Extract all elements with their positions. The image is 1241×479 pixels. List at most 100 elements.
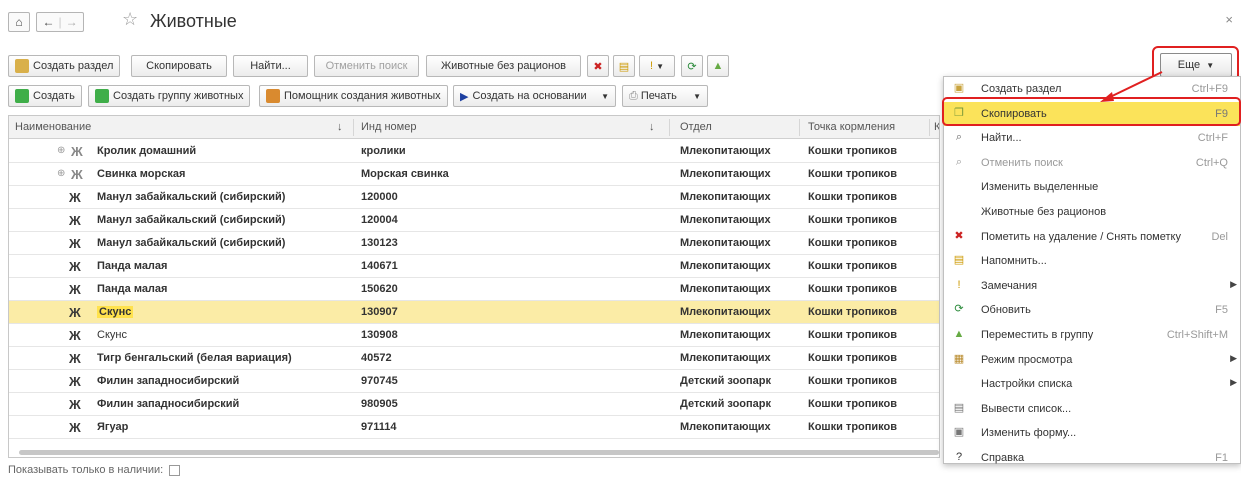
horizontal-scrollbar[interactable] — [19, 450, 939, 455]
move-group-icon[interactable]: ▲ — [707, 55, 729, 77]
create-section-button[interactable]: Создать раздел — [8, 55, 121, 77]
table-row[interactable]: Ж Ягуар 971114 Млекопитающих Кошки тропиков — [9, 416, 939, 439]
refresh-icon[interactable]: ⟳ — [681, 55, 703, 77]
menu-item-shortcut: Ctrl+Shift+M — [1166, 329, 1228, 341]
remarks-dropdown[interactable]: ! ▼ — [639, 55, 675, 77]
menu-item[interactable]: ▤ Вывести список... — [944, 397, 1240, 421]
menu-item[interactable]: ▲ Переместить в группу Ctrl+Shift+M — [944, 323, 1240, 347]
title-bar: ⌂ ← | → ☆ Животные × — [0, 0, 1241, 44]
cell-dept: Млекопитающих — [680, 306, 771, 318]
menu-item-shortcut: Del — [1211, 230, 1228, 243]
menu-item-label: Настройки списка — [981, 378, 1073, 391]
menu-item-label: Пометить на удаление / Снять пометку — [981, 230, 1181, 243]
reminder-icon[interactable]: ▤ — [613, 55, 635, 77]
cell-name: Филин западносибирский — [97, 398, 240, 410]
cell-id: кролики — [361, 145, 406, 157]
cell-feed: Кошки тропиков — [808, 168, 897, 180]
table-row[interactable]: Ж Манул забайкальский (сибирский) 120004 Мл… — [9, 209, 939, 232]
table-row[interactable]: Ж Филин западносибирский 970745 Детский зоо… — [9, 370, 939, 393]
cell-feed: Кошки тропиков — [808, 306, 897, 318]
wizard-button[interactable]: Помощник создания животных — [259, 85, 448, 107]
animals-table[interactable]: Наименование ↓ Инд номер ↓ Отдел Точка к… — [8, 115, 940, 458]
menu-item[interactable]: ? Справка F1 — [944, 446, 1240, 470]
copy-button[interactable]: Скопировать — [131, 55, 227, 77]
table-row[interactable]: Ж Панда малая 150620 Млекопитающих Кошки тро… — [9, 278, 939, 301]
sort-arrow-icon: ↓ — [337, 121, 343, 133]
menu-item[interactable]: ▦ Режим просмотра ▶ — [944, 348, 1240, 372]
menu-item[interactable]: ⟳ Обновить F5 — [944, 298, 1240, 322]
menu-item[interactable]: Настройки списка ▶ — [944, 372, 1240, 396]
no-rations-button[interactable]: Животные без рационов — [426, 55, 581, 77]
create-group-button[interactable]: Создать группу животных — [88, 85, 251, 107]
cell-dept: Млекопитающих — [680, 214, 771, 226]
table-row[interactable]: Ж Тигр бенгальский (белая вариация) 40572 М… — [9, 347, 939, 370]
column-header-extra[interactable]: К — [934, 121, 939, 133]
cell-dept: Млекопитающих — [680, 283, 771, 295]
table-row[interactable]: ⊕ Ж Кролик домашний кролики Млекопитающих Кош… — [9, 140, 939, 163]
cell-dept: Млекопитающих — [680, 421, 771, 433]
print-dropdown[interactable]: ⎙ Печать ▼ — [622, 85, 708, 107]
cell-feed: Кошки тропиков — [808, 145, 897, 157]
back-arrow-icon[interactable]: ← — [38, 15, 58, 29]
table-row[interactable]: Ж Скунс 130908 Млекопитающих Кошки тропиков — [9, 324, 939, 347]
cell-dept: Детский зоопарк — [680, 398, 772, 410]
table-row[interactable]: Ж Панда малая 140671 Млекопитающих Кошки тро… — [9, 255, 939, 278]
cell-name: Кролик домашний — [97, 145, 197, 157]
cell-feed: Кошки тропиков — [808, 421, 897, 433]
cell-feed: Кошки тропиков — [808, 398, 897, 410]
cancel-search-icon: ⌕ — [955, 155, 963, 168]
expand-icon[interactable]: ⊕ — [57, 168, 65, 179]
table-row[interactable]: Ж Скунс 130907 Млекопитающих Кошки тропиков — [9, 301, 939, 324]
menu-item[interactable]: Животные без рационов — [944, 200, 1240, 224]
forward-arrow-icon[interactable]: → — [62, 15, 82, 29]
animal-icon: Ж — [69, 236, 81, 251]
cell-id: 130908 — [361, 329, 398, 341]
close-icon[interactable]: × — [1225, 12, 1233, 27]
table-row[interactable]: Ж Манул забайкальский (сибирский) 120000 Мл… — [9, 186, 939, 209]
delete-mark-icon[interactable]: ✖ — [587, 55, 609, 77]
column-header-id[interactable]: Инд номер — [361, 121, 416, 133]
page-title: Животные — [150, 11, 237, 31]
expand-icon[interactable]: ⊕ — [57, 145, 65, 156]
export-list-icon: ▤ — [953, 401, 965, 414]
only-available-checkbox[interactable] — [169, 464, 181, 476]
table-row[interactable]: Ж Манул забайкальский (сибирский) 130123 Мл… — [9, 232, 939, 255]
cell-name: Панда малая — [97, 260, 168, 272]
animal-icon: Ж — [69, 328, 81, 343]
menu-item-label: Напомнить... — [981, 255, 1047, 268]
menu-item[interactable]: Изменить выделенные — [944, 175, 1240, 199]
column-header-feed[interactable]: Точка кормления — [808, 121, 895, 133]
menu-item[interactable]: ✖ Пометить на удаление / Снять пометку Del — [944, 225, 1240, 249]
table-row[interactable]: Ж Филин западносибирский 980905 Детский зоо… — [9, 393, 939, 416]
menu-item-label: Справка — [981, 452, 1025, 464]
animal-icon: Ж — [69, 351, 81, 366]
menu-item-label: Режим просмотра — [981, 353, 1073, 366]
chevron-down-icon: ▼ — [693, 91, 701, 101]
animal-icon: Ж — [69, 305, 81, 320]
search-icon: ⌕ — [955, 131, 963, 144]
column-header-dept[interactable]: Отдел — [680, 121, 712, 133]
column-header-name[interactable]: Наименование — [15, 121, 91, 133]
create-based-dropdown[interactable]: ▶ Создать на основании ▼ — [453, 85, 616, 107]
star-icon[interactable]: ☆ — [122, 9, 138, 30]
edit-form-icon: ▣ — [953, 426, 965, 439]
cell-dept: Млекопитающих — [680, 329, 771, 341]
footer: Показывать только в наличии: — [8, 464, 181, 476]
menu-item-label: Изменить форму... — [981, 427, 1077, 440]
menu-item[interactable]: ! Замечания ▶ — [944, 274, 1240, 298]
history-nav: ← | → — [36, 12, 84, 32]
cell-id: 980905 — [361, 398, 398, 410]
cell-feed: Кошки тропиков — [808, 329, 897, 341]
find-button[interactable]: Найти... — [233, 55, 308, 77]
menu-item[interactable]: ▤ Напомнить... — [944, 249, 1240, 273]
table-row[interactable]: ⊕ Ж Свинка морская Морская свинка Млекопитаю… — [9, 163, 939, 186]
user-icon — [266, 89, 280, 103]
home-icon[interactable]: ⌂ — [8, 12, 30, 32]
create-button[interactable]: Создать — [8, 85, 82, 107]
menu-item-label: Переместить в группу — [981, 329, 1094, 341]
menu-item[interactable]: ⌕ Найти... Ctrl+F — [944, 126, 1240, 150]
cell-dept: Млекопитающих — [680, 145, 771, 157]
cell-id: 140671 — [361, 260, 398, 272]
cell-dept: Млекопитающих — [680, 260, 771, 272]
menu-item[interactable]: ▣ Изменить форму... — [944, 421, 1240, 445]
